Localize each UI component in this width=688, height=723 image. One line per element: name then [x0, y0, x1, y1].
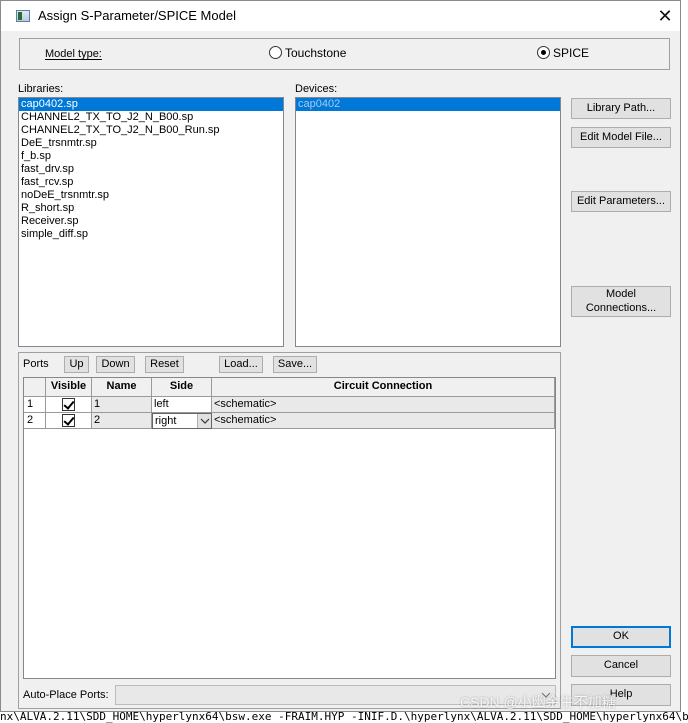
row-number: 1 — [24, 397, 46, 413]
edit-parameters-button[interactable]: Edit Parameters... — [571, 191, 671, 212]
load-label: Load... — [224, 357, 258, 370]
device-item[interactable]: cap0402 — [296, 98, 560, 111]
ports-label: Ports — [23, 358, 49, 370]
side-dropdown[interactable]: right — [152, 413, 212, 429]
library-item[interactable]: cap0402.sp — [19, 98, 283, 111]
touchstone-label[interactable]: Touchstone — [285, 46, 346, 60]
library-item[interactable]: CHANNEL2_TX_TO_J2_N_B00_Run.sp — [19, 124, 283, 137]
library-item[interactable]: fast_rcv.sp — [19, 176, 283, 189]
library-item[interactable]: f_b.sp — [19, 150, 283, 163]
side-dropdown-value: right — [155, 415, 177, 427]
ok-button[interactable]: OK — [571, 626, 671, 648]
chevron-down-icon[interactable] — [197, 414, 211, 428]
library-path-label: Library Path... — [586, 101, 656, 114]
spice-radio[interactable] — [537, 46, 550, 59]
name-cell[interactable]: 2 — [92, 413, 152, 429]
save-label: Save... — [277, 357, 313, 370]
model-connections-label-1: Model — [606, 288, 636, 301]
up-button[interactable]: Up — [64, 356, 89, 373]
library-item[interactable]: R_short.sp — [19, 202, 283, 215]
library-item[interactable]: DeE_trsnmtr.sp — [19, 137, 283, 150]
column-header-name[interactable]: Name — [92, 378, 152, 397]
libraries-label: Libraries: — [18, 83, 64, 95]
reset-label: Reset — [150, 357, 179, 370]
column-header-circuit-connection[interactable]: Circuit Connection — [212, 378, 555, 397]
visible-cell — [46, 413, 92, 429]
library-item[interactable]: noDeE_trsnmtr.sp — [19, 189, 283, 202]
visible-checkbox[interactable] — [62, 414, 75, 427]
cancel-label: Cancel — [603, 659, 639, 672]
up-label: Up — [69, 357, 84, 370]
devices-label: Devices: — [295, 83, 338, 95]
edit-parameters-label: Edit Parameters... — [576, 194, 666, 207]
connection-cell[interactable]: <schematic> — [212, 397, 555, 413]
model-type-label: Model type: — [45, 48, 102, 60]
spice-label[interactable]: SPICE — [553, 46, 589, 60]
auto-place-label: Auto-Place Ports: — [23, 689, 109, 701]
library-item[interactable]: simple_diff.sp — [19, 228, 283, 241]
model-connections-label-2: Connections... — [585, 301, 657, 314]
edit-model-file-button[interactable]: Edit Model File... — [571, 127, 671, 148]
load-button[interactable]: Load... — [219, 356, 263, 373]
reset-button[interactable]: Reset — [145, 356, 184, 373]
app-icon — [16, 10, 30, 22]
library-path-button[interactable]: Library Path... — [571, 98, 671, 119]
side-cell[interactable]: left — [152, 397, 212, 413]
column-header-side[interactable]: Side — [152, 378, 212, 397]
down-button[interactable]: Down — [96, 356, 135, 373]
ok-label: OK — [613, 630, 629, 643]
save-button[interactable]: Save... — [273, 356, 317, 373]
ports-table[interactable]: Visible Name Side Circuit Connection 1 1… — [23, 377, 556, 679]
close-icon[interactable]: ✕ — [651, 3, 679, 29]
devices-list[interactable]: cap0402 — [295, 97, 561, 347]
visible-checkbox[interactable] — [62, 398, 75, 411]
library-item[interactable]: CHANNEL2_TX_TO_J2_N_B00.sp — [19, 111, 283, 124]
down-label: Down — [101, 357, 130, 370]
edit-model-file-label: Edit Model File... — [580, 130, 662, 143]
name-cell[interactable]: 1 — [92, 397, 152, 413]
connection-cell[interactable]: <schematic> — [212, 413, 555, 429]
model-connections-button[interactable]: Model Connections... — [571, 286, 671, 317]
csdn-watermark: CSDN @小幽余生不加糖 — [460, 694, 616, 710]
assign-model-dialog: Assign S-Parameter/SPICE Model ✕ Model t… — [0, 0, 681, 712]
cancel-button[interactable]: Cancel — [571, 655, 671, 677]
libraries-list[interactable]: cap0402.sp CHANNEL2_TX_TO_J2_N_B00.sp CH… — [18, 97, 284, 347]
title-bar: Assign S-Parameter/SPICE Model ✕ — [1, 1, 680, 31]
library-item[interactable]: fast_drv.sp — [19, 163, 283, 176]
corner-header — [24, 378, 46, 397]
visible-cell — [46, 397, 92, 413]
touchstone-radio[interactable] — [269, 46, 282, 59]
column-header-visible[interactable]: Visible — [46, 378, 92, 397]
window-title: Assign S-Parameter/SPICE Model — [38, 8, 236, 23]
row-number: 2 — [24, 413, 46, 429]
library-item[interactable]: Receiver.sp — [19, 215, 283, 228]
